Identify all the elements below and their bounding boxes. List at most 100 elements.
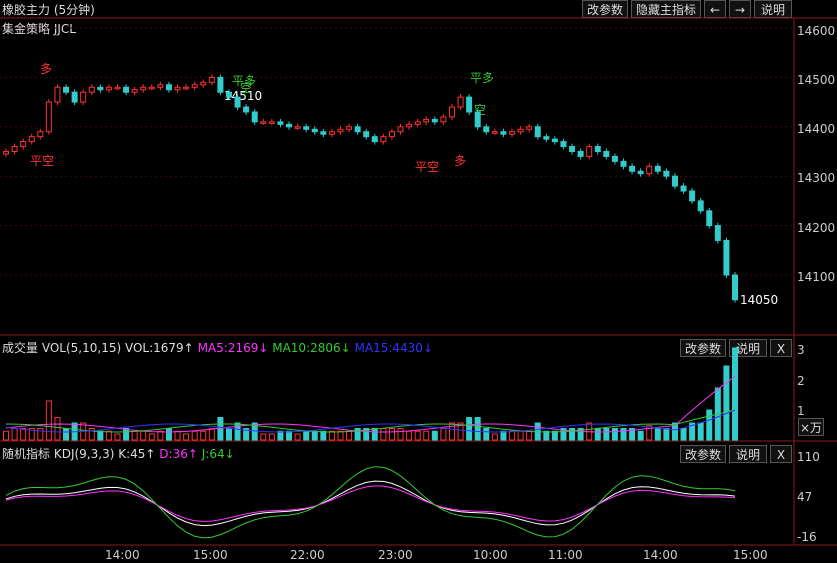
- candle-body-63: [543, 136, 550, 140]
- candle-body-15: [131, 89, 138, 93]
- kdj-d-line: [5, 485, 736, 522]
- volume-bar-58: [500, 430, 507, 441]
- volume-bar-35: [303, 430, 310, 441]
- candle-body-53: [457, 96, 464, 108]
- volume-bar-21: [183, 433, 190, 441]
- candle-body-33: [286, 123, 293, 128]
- candle-body-74: [637, 170, 644, 175]
- candle-body-5: [45, 101, 52, 133]
- candle-body-30: [260, 121, 267, 124]
- candle-body-20: [174, 86, 181, 91]
- volume-bar-77: [663, 428, 670, 441]
- candle-body-4: [37, 131, 44, 138]
- volume-bar-54: [466, 417, 473, 441]
- volume-bar-72: [620, 428, 627, 441]
- candle-body-10: [88, 86, 95, 93]
- candle-body-13: [114, 86, 121, 90]
- candle-body-3: [28, 136, 35, 143]
- volume-bar-49: [423, 430, 430, 441]
- candle-body-36: [311, 128, 318, 133]
- candle-body-56: [483, 126, 490, 133]
- candle-body-18: [157, 84, 164, 88]
- candle-body-84: [723, 239, 730, 276]
- volume-bar-71: [611, 428, 618, 441]
- candle-body-47: [406, 123, 413, 128]
- volume-bar-50: [431, 430, 438, 441]
- volume-bar-41: [354, 428, 361, 441]
- candle-body-17: [148, 86, 155, 90]
- volume-bar-24: [208, 428, 215, 441]
- candle-body-23: [200, 81, 207, 86]
- candle-body-70: [603, 151, 610, 157]
- volume-bar-74: [637, 430, 644, 441]
- candle-body-19: [165, 84, 172, 91]
- volume-bar-59: [509, 430, 516, 441]
- candle-body-27: [234, 96, 241, 108]
- volume-bar-26: [225, 428, 232, 441]
- volume-bar-46: [397, 428, 404, 441]
- volume-bar-69: [594, 428, 601, 441]
- volume-bar-70: [603, 428, 610, 441]
- volume-bar-5: [45, 400, 52, 441]
- candle-body-76: [654, 165, 661, 172]
- candle-body-79: [680, 185, 687, 192]
- candle-body-55: [474, 111, 481, 128]
- volume-bar-22: [191, 430, 198, 441]
- candle-body-28: [243, 106, 250, 113]
- candle-body-37: [320, 131, 327, 135]
- candle-body-65: [560, 141, 567, 148]
- volume-bar-31: [268, 433, 275, 441]
- candle-body-68: [586, 146, 593, 157]
- volume-bar-40: [346, 430, 353, 441]
- candle-body-73: [629, 165, 636, 172]
- volume-bar-60: [517, 430, 524, 441]
- candle-body-66: [569, 146, 576, 152]
- volume-bar-16: [140, 430, 147, 441]
- volume-bar-36: [311, 430, 318, 441]
- candle-body-44: [380, 136, 387, 143]
- candle-body-48: [414, 121, 421, 125]
- volume-bar-84: [723, 365, 730, 441]
- volume-bar-85: [732, 347, 738, 441]
- volume-bar-20: [174, 430, 181, 441]
- kdj-k-line: [5, 480, 736, 527]
- candle-body-6: [54, 86, 61, 103]
- candle-body-34: [294, 126, 301, 129]
- volume-bar-37: [320, 430, 327, 441]
- candle-body-52: [448, 106, 455, 118]
- volume-bar-57: [491, 433, 498, 441]
- candle-body-82: [706, 210, 713, 227]
- volume-bar-18: [157, 430, 164, 441]
- candle-body-50: [431, 118, 438, 123]
- volume-bar-47: [406, 430, 413, 441]
- candle-body-14: [123, 86, 130, 93]
- candle-body-85: [732, 274, 738, 301]
- candle-body-31: [268, 121, 275, 124]
- volume-bar-44: [380, 428, 387, 441]
- candle-body-2: [20, 141, 27, 148]
- candle-body-72: [620, 160, 627, 167]
- volume-bar-23: [200, 430, 207, 441]
- volume-bar-55: [474, 417, 481, 441]
- volume-ma5-line: [5, 375, 736, 433]
- candle-body-58: [500, 131, 507, 135]
- candle-body-51: [440, 116, 447, 123]
- volume-bar-7: [63, 428, 70, 441]
- volume-bar-32: [277, 430, 284, 441]
- volume-bar-30: [260, 433, 267, 441]
- volume-bar-13: [114, 433, 121, 441]
- candle-body-57: [491, 131, 498, 134]
- candle-body-62: [534, 126, 541, 138]
- candle-body-81: [697, 200, 704, 212]
- candle-body-1: [11, 146, 18, 152]
- volume-bar-0: [3, 430, 9, 441]
- volume-bar-56: [483, 428, 490, 441]
- volume-bar-43: [371, 428, 378, 441]
- volume-bar-6: [54, 417, 61, 441]
- candle-body-29: [251, 111, 258, 123]
- candle-body-60: [517, 128, 524, 133]
- volume-bar-17: [148, 433, 155, 441]
- volume-bar-45: [388, 428, 395, 441]
- candle-body-7: [63, 86, 70, 93]
- candle-body-78: [671, 175, 678, 187]
